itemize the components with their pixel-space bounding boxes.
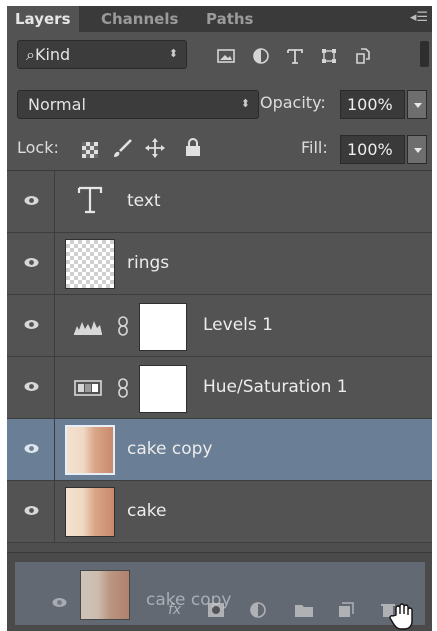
layer-row-hue-saturation-1[interactable]: Hue/Saturation 1 [7,357,432,419]
fill-label: Fill: [301,138,328,157]
layer-name[interactable]: text [127,191,161,211]
tab-paths[interactable]: Paths [198,6,262,32]
blend-mode-value: Normal [28,95,86,114]
visibility-toggle[interactable] [7,419,55,480]
filter-kind-label: Kind [34,45,71,64]
filter-kind-dropdown[interactable]: ⌕Kind ⬍ [17,40,187,69]
visibility-toggle[interactable] [7,481,55,542]
eye-icon [24,382,39,391]
layer-mask-thumbnail[interactable] [139,365,187,413]
layer-mask-thumbnail[interactable] [139,303,187,351]
adjustment-filter-icon[interactable] [252,48,270,64]
eye-icon [24,258,39,267]
link-icon[interactable] [117,316,129,336]
layer-thumbnail [65,487,115,537]
new-layer-icon[interactable] [338,602,354,618]
levels-adjustment-icon [74,321,102,335]
lock-label: Lock: [17,138,59,157]
layer-name[interactable]: cake [127,501,166,521]
image-filter-icon[interactable] [217,48,235,64]
new-adjustment-icon[interactable] [250,602,266,618]
tab-layers[interactable]: Layers [7,6,79,32]
layer-name[interactable]: Hue/Saturation 1 [203,377,348,397]
type-layer-icon [77,186,103,214]
lock-image-pixels-icon[interactable] [111,139,133,159]
tab-channels[interactable]: Channels [93,6,186,32]
shape-filter-icon[interactable] [320,48,338,64]
layer-row-cake-copy[interactable]: cake copy [7,419,432,481]
panel-menu-icon[interactable]: ◂☰ [410,10,428,25]
eye-icon [24,196,39,205]
eye-icon [24,320,39,329]
fx-icon[interactable]: fx [168,602,181,618]
visibility-toggle[interactable] [7,171,55,232]
lock-transparent-pixels-icon[interactable] [82,142,98,158]
visibility-toggle[interactable] [7,295,55,356]
opacity-slider-button[interactable] [407,90,427,119]
lock-position-icon[interactable] [145,138,165,158]
search-icon: ⌕ [26,45,35,64]
eye-icon [24,444,39,453]
layer-row-rings[interactable]: rings [7,233,432,295]
fill-slider-button[interactable] [407,135,427,164]
layer-name[interactable]: cake copy [127,439,212,459]
opacity-label: Opacity: [260,93,326,112]
type-filter-icon[interactable] [286,48,304,64]
layer-row-levels-1[interactable]: Levels 1 [7,295,432,357]
hue-saturation-adjustment-icon [74,380,102,396]
eye-icon [52,598,67,607]
hand-cursor-icon [389,603,413,630]
opacity-input[interactable]: 100% [340,90,405,119]
blend-mode-dropdown[interactable]: Normal ⬍ [17,90,259,119]
dropdown-arrows-icon: ⬍ [168,47,178,60]
layer-name[interactable]: rings [127,253,169,273]
panel-tab-bar: Layers Channels Paths ◂☰ [7,6,432,32]
lock-all-icon[interactable] [185,138,201,157]
visibility-toggle[interactable] [7,233,55,294]
layer-row-cake[interactable]: cake [7,481,432,543]
layer-thumbnail [65,239,115,289]
layer-name[interactable]: Levels 1 [203,315,273,335]
filter-toggle-switch[interactable] [420,41,429,67]
add-mask-icon[interactable] [207,602,225,618]
dropdown-arrows-icon: ⬍ [240,97,250,110]
layer-thumbnail [65,425,115,475]
new-group-icon[interactable] [294,602,314,618]
link-icon[interactable] [117,378,129,398]
layers-panel: Layers Channels Paths ◂☰ ⌕Kind ⬍ Normal … [7,6,432,631]
eye-icon [24,506,39,515]
drag-ghost-thumbnail [80,570,130,620]
layers-list: text rings Levels 1 Hue/Saturation 1 cak… [7,170,432,553]
visibility-toggle[interactable] [7,357,55,418]
fill-input[interactable]: 100% [340,135,405,164]
smart-object-filter-icon[interactable] [354,48,372,64]
layer-row-text[interactable]: text [7,171,432,233]
